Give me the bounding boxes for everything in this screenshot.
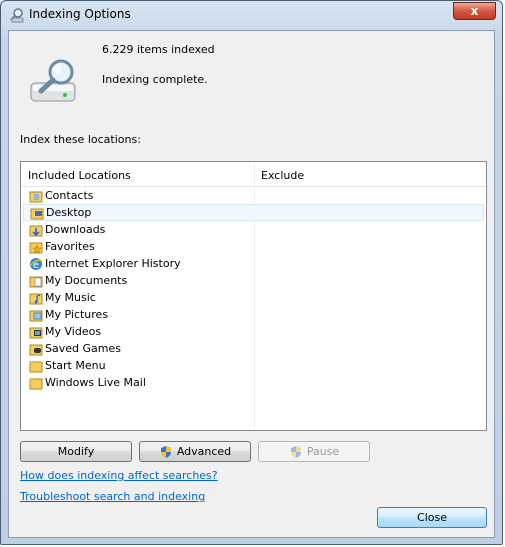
pause-button-label: Pause [306, 445, 340, 458]
column-header-exclude[interactable]: Exclude [261, 169, 304, 182]
list-item[interactable]: Downloads [23, 221, 484, 238]
documents-folder-icon [29, 276, 43, 287]
list-item[interactable]: Saved Games [23, 340, 484, 357]
pause-button[interactable]: Pause [258, 441, 370, 462]
pictures-folder-icon [29, 310, 43, 321]
list-item-label: My Music [45, 291, 96, 304]
music-folder-icon [29, 293, 43, 304]
games-folder-icon [29, 344, 43, 355]
videos-folder-icon [29, 327, 43, 338]
location-rows: Contacts Desktop Downloads Favorites e Intern… [23, 187, 484, 391]
indexing-options-icon [10, 8, 24, 23]
close-button-label: Close [417, 511, 447, 524]
list-item-label: Internet Explorer History [45, 257, 181, 270]
items-indexed-count: 6.229 items indexed [102, 43, 215, 56]
modify-button-label: Modify [57, 445, 95, 458]
close-button[interactable]: Close [377, 507, 487, 528]
indexing-help-link[interactable]: How does indexing affect searches? [20, 469, 218, 482]
list-item-label: My Pictures [45, 308, 109, 321]
list-item[interactable]: Contacts [23, 187, 484, 204]
list-item-label: My Videos [45, 325, 102, 338]
uac-shield-icon [290, 445, 301, 458]
list-item[interactable]: Windows Live Mail [23, 374, 484, 391]
downloads-folder-icon [29, 225, 43, 236]
list-item[interactable]: My Pictures [23, 306, 484, 323]
list-item-label: Start Menu [45, 359, 106, 372]
window-title: Indexing Options [29, 7, 131, 21]
contacts-folder-icon [29, 191, 43, 202]
indexing-options-window: Indexing Options x 6.229 items indexed I… [0, 0, 503, 545]
title-bar[interactable]: Indexing Options x [1, 1, 502, 29]
list-item-label: Windows Live Mail [45, 376, 146, 389]
troubleshoot-link[interactable]: Troubleshoot search and indexing [20, 490, 205, 503]
list-item-label: Saved Games [45, 342, 121, 355]
list-item[interactable]: My Videos [23, 323, 484, 340]
list-item-label: My Documents [45, 274, 128, 287]
list-item-label: Desktop [46, 206, 92, 219]
list-item[interactable]: My Documents [23, 272, 484, 289]
list-item-label: Favorites [45, 240, 95, 253]
close-window-button[interactable]: x [453, 2, 496, 20]
disk-search-icon [30, 59, 76, 102]
included-locations-list[interactable]: Included Locations Exclude Contacts Deskt… [20, 161, 487, 431]
modify-button[interactable]: Modify [20, 441, 132, 462]
list-item-label: Downloads [45, 223, 106, 236]
desktop-folder-icon [30, 208, 44, 219]
uac-shield-icon [160, 445, 171, 458]
indexing-status: Indexing complete. [102, 73, 208, 86]
folder-icon [29, 360, 43, 372]
dialog-content: 6.229 items indexed Indexing complete. I… [8, 30, 495, 538]
list-item[interactable]: e Internet Explorer History [23, 255, 484, 272]
advanced-button-label: Advanced [176, 445, 232, 458]
locations-label: Index these locations: [20, 133, 141, 146]
list-item-label: Contacts [45, 189, 94, 202]
list-item[interactable]: My Music [23, 289, 484, 306]
folder-icon [29, 377, 43, 389]
list-item[interactable]: Start Menu [23, 357, 484, 374]
advanced-button[interactable]: Advanced [139, 441, 251, 462]
internet-explorer-icon: e [29, 257, 43, 271]
list-item[interactable]: Favorites [23, 238, 484, 255]
favorites-folder-icon [29, 242, 43, 254]
column-header-included[interactable]: Included Locations [28, 169, 131, 182]
list-item[interactable]: Desktop [23, 204, 484, 221]
